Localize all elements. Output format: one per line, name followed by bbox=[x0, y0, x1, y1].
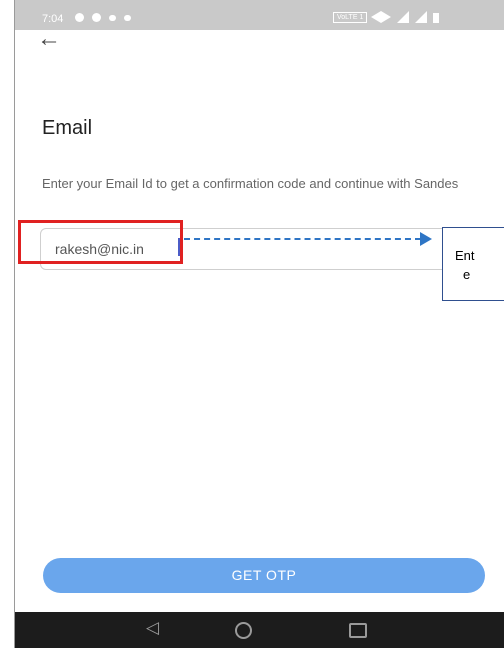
annotation-arrow-head-icon bbox=[420, 232, 432, 246]
status-bar: 7:04 VoLTE 1 bbox=[15, 0, 504, 30]
phone-screen: 7:04 VoLTE 1 ← Email Enter your Email Id… bbox=[14, 0, 504, 648]
description-text: Enter your Email Id to get a confirmatio… bbox=[42, 176, 459, 191]
get-otp-button[interactable]: GET OTP bbox=[43, 558, 485, 593]
nav-back-icon[interactable]: ◁ bbox=[146, 618, 159, 638]
page-title: Email bbox=[42, 117, 93, 139]
chat-icon bbox=[75, 13, 84, 22]
signal-icon bbox=[371, 11, 439, 23]
network-badge: VoLTE 1 bbox=[333, 12, 368, 23]
status-time: 7:04 bbox=[42, 13, 64, 25]
annotation-arrow-line bbox=[184, 238, 421, 240]
message-icon bbox=[92, 13, 101, 22]
notification-icons bbox=[75, 13, 131, 22]
callout-line-1: Ent bbox=[455, 248, 475, 263]
nav-recent-apps-icon[interactable] bbox=[349, 623, 367, 638]
callout-line-2: e bbox=[463, 267, 471, 282]
notification-icon bbox=[109, 14, 116, 21]
nav-home-icon[interactable] bbox=[235, 622, 252, 639]
navigation-bar: ◁ bbox=[15, 612, 504, 648]
callout-text: Ent e bbox=[455, 246, 475, 284]
back-arrow-icon[interactable]: ← bbox=[37, 27, 61, 51]
notification-icon bbox=[124, 14, 131, 21]
highlight-box bbox=[18, 220, 183, 264]
